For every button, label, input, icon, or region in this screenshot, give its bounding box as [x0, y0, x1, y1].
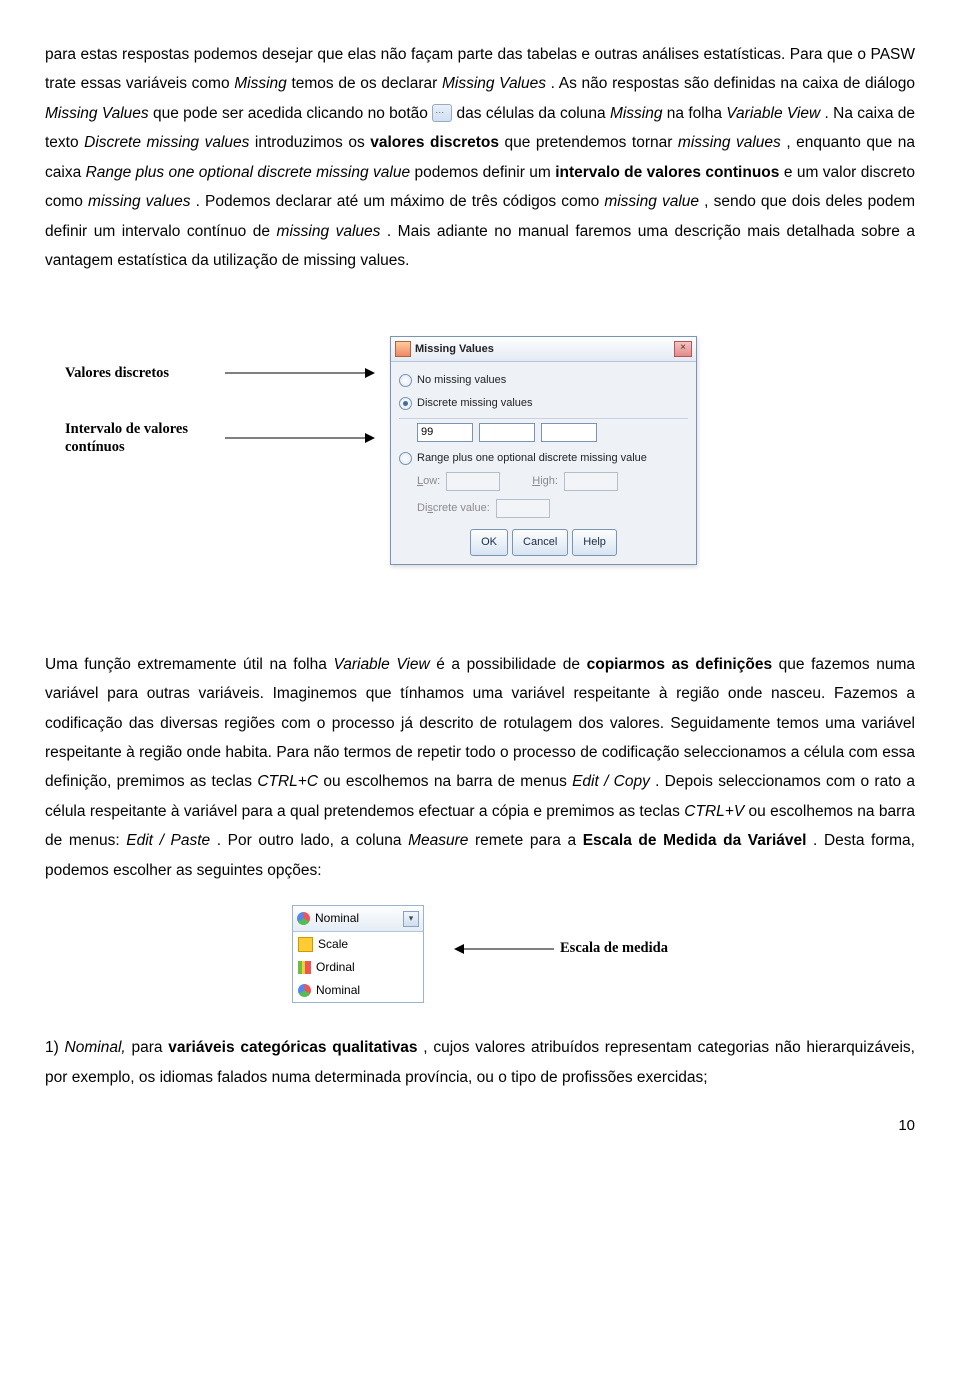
text: temos de os declarar: [291, 75, 442, 92]
radio-icon: [399, 397, 412, 410]
text-italic: missing value: [604, 193, 699, 210]
text-bold: variáveis categóricas qualitativas: [168, 1039, 417, 1056]
text-italic: Missing: [234, 75, 287, 92]
text: Uma função extremamente útil na folha: [45, 656, 333, 673]
text-italic: Missing: [610, 105, 663, 122]
text-italic: CTRL+V: [684, 803, 744, 820]
dialog-titlebar: Missing Values ×: [391, 337, 696, 363]
text-bold: intervalo de valores continuos: [555, 164, 779, 181]
dialog-title: Missing Values: [415, 339, 674, 360]
arrow-right-icon: [225, 429, 375, 447]
text: . Podemos declarar até um máximo de três…: [196, 193, 605, 210]
text: que pode ser acedida clicando no botão: [153, 105, 432, 122]
close-icon[interactable]: ×: [674, 341, 692, 357]
text: na folha: [667, 105, 726, 122]
text-italic: Range plus one optional discrete missing…: [86, 164, 411, 181]
measure-option-ordinal[interactable]: Ordinal: [293, 956, 423, 979]
text-bold: Escala de Medida da Variável: [583, 832, 807, 849]
chevron-down-icon: ▾: [403, 911, 419, 927]
text-italic: Missing Values: [442, 75, 546, 92]
annotation-escala-medida: Escala de medida: [560, 935, 668, 963]
text-bold: copiarmos as definições: [587, 656, 772, 673]
text: . Por outro lado, a coluna: [217, 832, 408, 849]
text-italic: Measure: [408, 832, 468, 849]
measure-option-nominal[interactable]: Nominal: [293, 979, 423, 1002]
text: 1): [45, 1039, 65, 1056]
text-italic: Discrete missing values: [84, 134, 249, 151]
option-label: Scale: [318, 933, 348, 956]
text: que pretendemos tornar: [505, 134, 678, 151]
discrete-value-2-input[interactable]: [479, 423, 535, 442]
option-label: Ordinal: [316, 956, 355, 979]
measure-dropdown[interactable]: Nominal ▾ Scale Ordinal Nominal: [292, 905, 424, 1003]
text: que fazemos numa variável para outras va…: [45, 656, 915, 791]
page-number: 10: [45, 1112, 915, 1141]
text-bold: valores discretos: [370, 134, 499, 151]
radio-label: No missing values: [417, 370, 506, 391]
radio-discrete-missing[interactable]: Discrete missing values: [399, 393, 688, 414]
text-italic: missing values: [277, 223, 381, 240]
measure-dropdown-selected[interactable]: Nominal ▾: [293, 906, 423, 932]
text-italic: Nominal,: [65, 1039, 126, 1056]
cancel-button[interactable]: Cancel: [512, 529, 568, 556]
low-label: LLow:ow:: [417, 471, 440, 492]
paragraph-3: 1) Nominal, para variáveis categóricas q…: [45, 1033, 915, 1092]
text-italic: missing values: [678, 134, 781, 151]
radio-no-missing[interactable]: No missing values: [399, 370, 688, 391]
discrete-value-1-input[interactable]: 99: [417, 423, 473, 442]
text: para: [131, 1039, 168, 1056]
missing-values-dialog: Missing Values × No missing values Discr…: [390, 336, 697, 565]
low-input[interactable]: [446, 472, 500, 491]
high-input[interactable]: [564, 472, 618, 491]
text-italic: Variable View: [333, 656, 429, 673]
text: é a possibilidade de: [436, 656, 586, 673]
ok-button[interactable]: OK: [470, 529, 508, 556]
nominal-icon: [297, 912, 310, 925]
arrow-right-icon: [225, 364, 375, 382]
selected-text: Nominal: [315, 907, 359, 930]
discrete-label: Discrete value:: [417, 498, 490, 519]
discrete-range-input[interactable]: [496, 499, 550, 518]
text-italic: Variable View: [726, 105, 820, 122]
text-italic: missing values: [88, 193, 190, 210]
radio-label: Range plus one optional discrete missing…: [417, 448, 647, 469]
text: das células da coluna: [457, 105, 610, 122]
text-italic: Edit / Copy: [572, 773, 650, 790]
text: podemos definir um: [414, 164, 555, 181]
annotation-valores-discretos: Valores discretos: [65, 364, 225, 382]
paragraph-1: para estas respostas podemos desejar que…: [45, 40, 915, 276]
high-label: High:: [532, 471, 558, 492]
text: . As não respostas são definidas na caix…: [551, 75, 915, 92]
ellipsis-button-icon: [432, 104, 452, 122]
measure-options-list: Scale Ordinal Nominal: [293, 932, 423, 1002]
radio-label: Discrete missing values: [417, 393, 533, 414]
ordinal-icon: [298, 961, 311, 974]
radio-range-missing[interactable]: Range plus one optional discrete missing…: [399, 448, 688, 469]
dialog-app-icon: [395, 341, 411, 357]
nominal-icon: [298, 984, 311, 997]
measure-option-scale[interactable]: Scale: [293, 933, 423, 956]
scale-icon: [298, 937, 313, 952]
paragraph-2: Uma função extremamente útil na folha Va…: [45, 650, 915, 886]
text: introduzimos os: [255, 134, 370, 151]
radio-icon: [399, 374, 412, 387]
text-italic: Edit / Paste: [126, 832, 210, 849]
option-label: Nominal: [316, 979, 360, 1002]
annotation-intervalo: Intervalo de valores contínuos: [65, 420, 225, 456]
discrete-value-3-input[interactable]: [541, 423, 597, 442]
help-button[interactable]: Help: [572, 529, 617, 556]
radio-icon: [399, 452, 412, 465]
text-italic: Missing Values: [45, 105, 149, 122]
arrow-left-icon: [454, 940, 554, 958]
text-italic: CTRL+C: [257, 773, 318, 790]
divider: [399, 418, 688, 419]
text: ou escolhemos na barra de menus: [323, 773, 572, 790]
text: remete para a: [475, 832, 583, 849]
